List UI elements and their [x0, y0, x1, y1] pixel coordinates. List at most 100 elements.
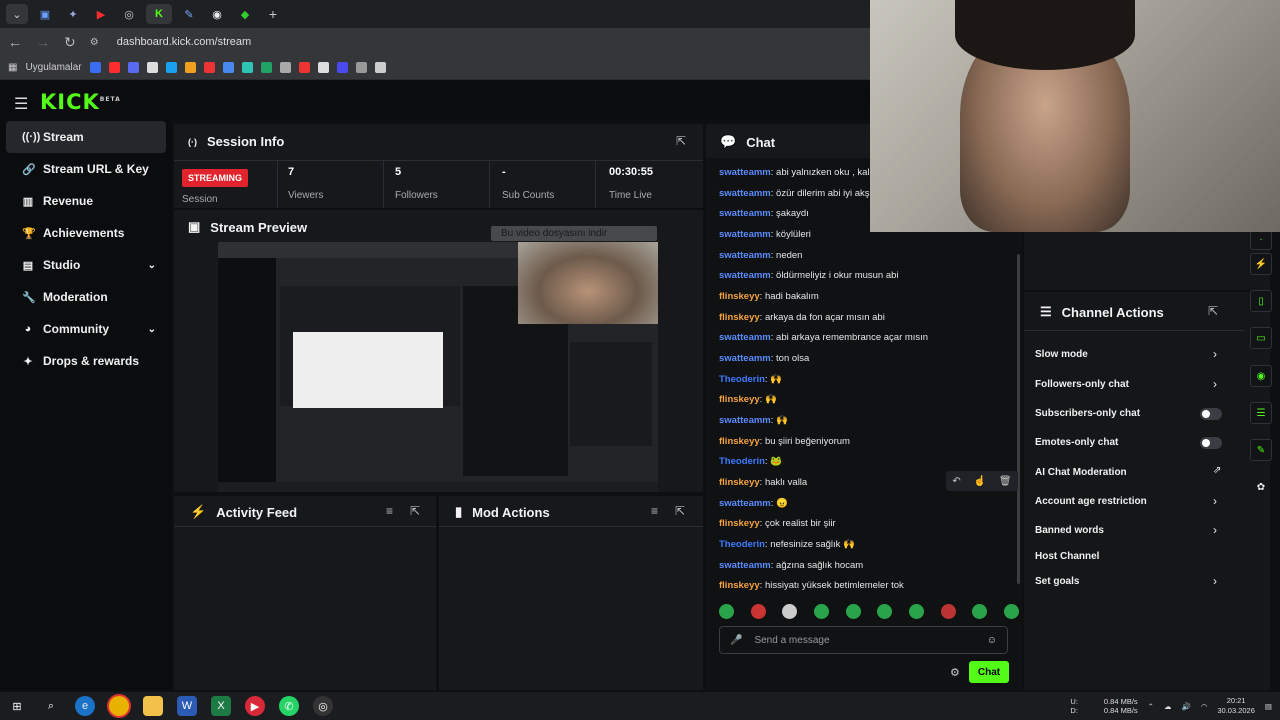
emote-icon[interactable]: [719, 604, 734, 619]
chat-username[interactable]: swatteamm: [719, 229, 771, 240]
browser-tab[interactable]: ◉: [206, 4, 228, 24]
chat-message[interactable]: Theoderin: 🐸: [719, 456, 782, 467]
emote-icon[interactable]: [782, 604, 798, 619]
popout-icon[interactable]: ⇱: [676, 134, 686, 148]
emote-icon[interactable]: [813, 604, 829, 619]
chevron-right-icon[interactable]: ›: [1213, 347, 1217, 361]
bookmark-icon[interactable]: [203, 62, 215, 73]
bookmark-icon[interactable]: [279, 62, 291, 73]
sidebar-item-stream-url-key[interactable]: 🔗 Stream URL & Key: [6, 153, 166, 185]
chevron-right-icon[interactable]: ›: [1213, 574, 1217, 588]
chat-message[interactable]: Theoderin: nefesinize sağlık 🙌: [719, 539, 855, 550]
new-tab-button[interactable]: +: [262, 4, 284, 24]
channel-action-account-age[interactable]: Account age restriction: [1035, 496, 1147, 507]
chevron-right-icon[interactable]: ›: [1213, 494, 1217, 508]
community-icon[interactable]: ✿: [1250, 476, 1272, 498]
popout-icon[interactable]: ⇱: [1208, 304, 1218, 318]
chat-username[interactable]: swatteamm: [719, 167, 771, 178]
notification-icon[interactable]: ▤: [1265, 702, 1272, 711]
chat-message[interactable]: swatteamm: abi arkaya remembrance açar m…: [719, 332, 928, 343]
chat-username[interactable]: flinskeyy: [719, 518, 760, 529]
chat-message[interactable]: flinskeyy: arkaya da fon açar mısın abi: [719, 312, 885, 323]
chat-username[interactable]: swatteamm: [719, 208, 771, 219]
bookmark-icon[interactable]: [241, 62, 253, 73]
word-icon[interactable]: W: [177, 696, 197, 716]
channel-action-followers-only[interactable]: Followers-only chat: [1035, 379, 1129, 390]
chat-message[interactable]: swatteamm: 🙌: [719, 415, 788, 426]
bookmark-icon[interactable]: [298, 62, 310, 73]
site-info-icon[interactable]: ⚙: [90, 37, 99, 48]
sidebar-item-studio[interactable]: ▤ Studio ⌄: [6, 249, 166, 281]
bookmark-icon[interactable]: [336, 62, 348, 73]
list-icon[interactable]: ☰: [1250, 402, 1272, 424]
speaker-icon[interactable]: 🔊: [1181, 702, 1190, 711]
sidebar-item-community[interactable]: ◕ Community ⌄: [6, 313, 166, 345]
wrench-icon[interactable]: ✎: [1250, 439, 1272, 461]
channel-action-emotes-only[interactable]: Emotes-only chat: [1035, 437, 1118, 448]
chat-username[interactable]: swatteamm: [719, 250, 771, 261]
bookmark-icon[interactable]: [184, 62, 196, 73]
bookmark-icon[interactable]: [89, 62, 101, 73]
chat-username[interactable]: swatteamm: [719, 498, 771, 509]
emote-icon[interactable]: [877, 604, 893, 619]
bookmark-icon[interactable]: [165, 62, 177, 73]
edge-icon[interactable]: e: [75, 696, 95, 716]
chat-username[interactable]: Theoderin: [719, 374, 765, 385]
lightning-icon[interactable]: ⚡: [1250, 253, 1272, 275]
emote-icon[interactable]: [972, 604, 988, 619]
emote-icon[interactable]: [750, 604, 766, 619]
chat-message[interactable]: flinskeyy: hissiyatı yüksek betimlemeler…: [719, 580, 904, 591]
download-video-bar[interactable]: Bu video dosyasını indir: [491, 226, 657, 241]
chat-username[interactable]: swatteamm: [719, 270, 771, 281]
chat-username[interactable]: flinskeyy: [719, 580, 760, 591]
channel-action-subscribers-only[interactable]: Subscribers-only chat: [1035, 408, 1140, 419]
bookmark-apps-label[interactable]: Uygulamalar: [25, 62, 81, 73]
channel-action-host-channel[interactable]: Host Channel: [1035, 551, 1099, 562]
emote-icon[interactable]: [940, 604, 956, 619]
emotes-only-toggle[interactable]: [1200, 437, 1222, 449]
chat-username[interactable]: Theoderin: [719, 539, 765, 550]
chat-message[interactable]: swatteamm: abi yalnızken oku , kala: [719, 167, 875, 178]
apps-icon[interactable]: ▦: [8, 62, 17, 73]
chat-message[interactable]: swatteamm: özür dilerim abi iyi akşa: [719, 188, 875, 199]
emote-icon[interactable]: [1003, 604, 1019, 619]
clock[interactable]: 20:21 30.03.2026: [1217, 696, 1255, 716]
bookmark-icon[interactable]: [355, 62, 367, 73]
chat-message[interactable]: flinskeyy: hadi bakalım: [719, 291, 819, 302]
delete-icon[interactable]: 🗑: [999, 476, 1012, 487]
chat-message[interactable]: swatteamm: ton olsa: [719, 353, 809, 364]
microphone-icon[interactable]: 🎤: [730, 635, 742, 646]
folder-icon[interactable]: [143, 696, 163, 716]
chat-username[interactable]: flinskeyy: [719, 312, 760, 323]
chat-message[interactable]: swatteamm: öldürmeliyiz i okur musun abi: [719, 270, 899, 281]
reply-icon[interactable]: ↶: [952, 476, 960, 487]
excel-icon[interactable]: X: [211, 696, 231, 716]
browser-tab[interactable]: ◎: [118, 4, 140, 24]
search-icon[interactable]: ⌕: [41, 696, 61, 716]
filter-icon[interactable]: ≡: [386, 504, 393, 518]
sidebar-item-drops-rewards[interactable]: ✦ Drops & rewards: [6, 345, 166, 377]
sidebar-item-revenue[interactable]: ▥ Revenue: [6, 185, 166, 217]
channel-action-banned-words[interactable]: Banned words: [1035, 525, 1104, 536]
chevron-right-icon[interactable]: ›: [1213, 377, 1217, 391]
bookmark-icon[interactable]: [260, 62, 272, 73]
chat-settings-icon[interactable]: ⚙: [950, 666, 960, 679]
emoji-icon[interactable]: ☺: [987, 635, 997, 646]
reload-icon[interactable]: ↻: [64, 34, 76, 51]
sidebar-item-stream[interactable]: ((·)) Stream: [6, 121, 166, 153]
chat-message[interactable]: flinskeyy: 🙌: [719, 394, 777, 405]
browser-tab[interactable]: ✦: [62, 4, 84, 24]
chat-username[interactable]: flinskeyy: [719, 291, 760, 302]
bookmark-icon[interactable]: [108, 62, 120, 73]
chat-username[interactable]: Theoderin: [719, 456, 765, 467]
chat-message[interactable]: flinskeyy: bu şiiri beğeniyorum: [719, 436, 850, 447]
chat-username[interactable]: swatteamm: [719, 332, 771, 343]
document-icon[interactable]: ▯: [1250, 290, 1272, 312]
browser-tab[interactable]: ✎: [178, 4, 200, 24]
chat-message[interactable]: swatteamm: 😠: [719, 498, 788, 509]
chat-message[interactable]: swatteamm: neden: [719, 250, 802, 261]
start-icon[interactable]: ⊞: [7, 696, 27, 716]
chat-message-input[interactable]: 🎤 Send a message ☺: [719, 626, 1008, 654]
forward-icon[interactable]: →: [36, 34, 50, 50]
channel-action-ai-moderation[interactable]: AI Chat Moderation: [1035, 467, 1127, 478]
